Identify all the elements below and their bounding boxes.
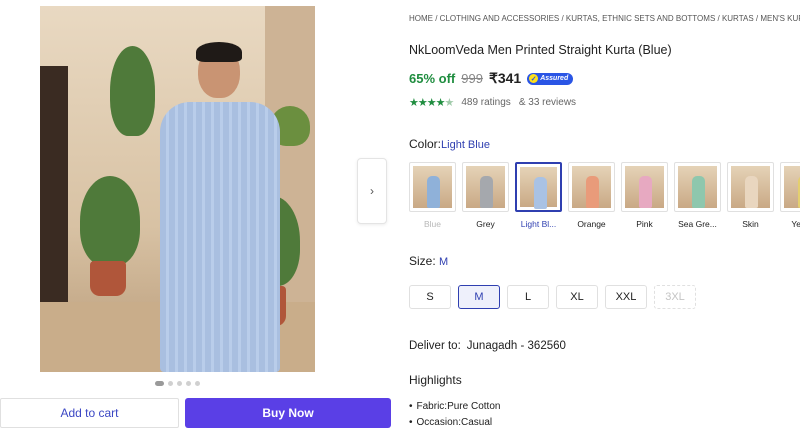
product-details: HOME / CLOTHING AND ACCESSORIES / KURTAS…	[409, 0, 800, 433]
color-swatch-image	[780, 162, 800, 212]
selected-color: Light Blue	[441, 139, 490, 151]
color-swatch[interactable]: Blue	[409, 162, 456, 229]
size-options: S M L XL XXL 3XL	[409, 285, 696, 309]
size-option[interactable]: XXL	[605, 285, 647, 309]
color-swatch[interactable]: Pink	[621, 162, 668, 229]
color-swatch[interactable]: Skin	[727, 162, 774, 229]
add-to-cart-button[interactable]: Add to cart	[0, 398, 179, 428]
color-swatch-image	[674, 162, 721, 212]
color-swatch-label: Pink	[636, 219, 653, 229]
color-swatch[interactable]: Sea Gre...	[674, 162, 721, 229]
color-swatch-image	[727, 162, 774, 212]
color-swatch[interactable]: Light Bl...	[515, 162, 562, 229]
color-swatch-image	[409, 162, 456, 212]
ratings-count[interactable]: 489 ratings	[461, 97, 510, 108]
color-swatch-label: Yellow	[791, 219, 800, 229]
delivery-row[interactable]: Deliver to: Junagadh - 362560	[409, 340, 566, 352]
reviews-count[interactable]: & 33 reviews	[519, 97, 576, 108]
pagination-dot[interactable]	[195, 381, 200, 386]
color-swatch-label: Light Bl...	[520, 219, 557, 229]
size-option[interactable]: S	[409, 285, 451, 309]
deliver-label: Deliver to:	[409, 340, 461, 352]
highlights-title: Highlights	[409, 373, 462, 387]
discount-label: 65% off	[409, 71, 456, 86]
pagination-dot[interactable]	[177, 381, 182, 386]
color-swatch-label: Orange	[577, 219, 606, 229]
color-swatch-label: Blue	[423, 219, 441, 229]
price-row: 65% off 999 ₹341 ✓ Assured	[409, 70, 574, 87]
highlights-list: Fabric:Pure Cotton Occasion:Casual	[409, 401, 501, 433]
size-label: Size: M	[409, 254, 449, 268]
pagination-dot[interactable]	[186, 381, 191, 386]
color-swatch[interactable]: Yellow	[780, 162, 800, 229]
color-swatch-label: Grey	[476, 219, 495, 229]
next-image-button[interactable]: ›	[357, 158, 387, 224]
color-swatch-image	[515, 162, 562, 212]
color-swatch-label: Skin	[742, 219, 759, 229]
highlight-item: Occasion:Casual	[409, 417, 500, 428]
color-swatch[interactable]: Orange	[568, 162, 615, 229]
pagination-dot[interactable]	[168, 381, 173, 386]
selected-size: M	[439, 256, 449, 268]
color-swatch-image	[621, 162, 668, 212]
highlight-item: Fabric:Pure Cotton	[409, 401, 501, 412]
color-swatch-image	[462, 162, 509, 212]
check-icon: ✓	[529, 74, 539, 83]
size-option: 3XL	[654, 285, 696, 309]
product-title: NkLoomVeda Men Printed Straight Kurta (B…	[409, 43, 672, 57]
rating-row: ★★★★★ 489 ratings & 33 reviews	[409, 96, 576, 109]
color-swatch-label: Sea Gre...	[678, 219, 717, 229]
size-option[interactable]: L	[507, 285, 549, 309]
selling-price: ₹341	[488, 70, 522, 86]
chevron-right-icon: ›	[370, 184, 374, 198]
breadcrumb[interactable]: HOME / CLOTHING AND ACCESSORIES / KURTAS…	[409, 14, 800, 23]
color-swatch-image	[568, 162, 615, 212]
star-rating-icon: ★★★★★	[409, 97, 454, 109]
original-price: 999	[461, 71, 483, 86]
product-gallery: › Add to cart Buy Now	[0, 0, 395, 433]
delivery-location: Junagadh - 362560	[466, 340, 566, 352]
pagination-dot[interactable]	[155, 381, 164, 386]
color-swatches: Blue Grey Light Bl... Orange Pink Sea Gre... S…	[409, 162, 800, 229]
product-image[interactable]	[40, 6, 315, 372]
size-option[interactable]: XL	[556, 285, 598, 309]
buy-now-button[interactable]: Buy Now	[185, 398, 391, 428]
size-option[interactable]: M	[458, 285, 500, 309]
image-pagination-dots	[155, 381, 200, 386]
assured-badge: ✓ Assured	[527, 72, 574, 85]
color-swatch[interactable]: Grey	[462, 162, 509, 229]
color-label: Color:Light Blue	[409, 137, 490, 151]
